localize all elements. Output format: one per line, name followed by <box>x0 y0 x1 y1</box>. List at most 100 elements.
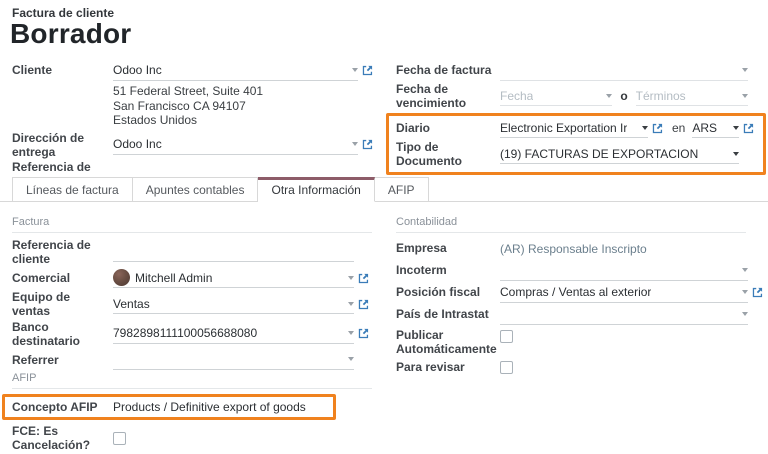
field-row-fecha-vencimiento: Fecha de vencimiento Fecha o Términos <box>386 82 766 111</box>
incoterm-label: Incoterm <box>396 263 500 277</box>
tab-afip[interactable]: AFIP <box>375 177 429 201</box>
direccion-entrega-label: Dirección de entrega <box>12 131 113 160</box>
chevron-down-icon[interactable] <box>742 312 748 316</box>
referrer-input[interactable] <box>113 350 354 370</box>
fce-cancelacion-checkbox[interactable] <box>113 432 126 445</box>
partner-address: 51 Federal Street, Suite 401 San Francis… <box>113 82 376 131</box>
cliente-input[interactable]: Odoo Inc <box>113 61 358 81</box>
section-contabilidad: Contabilidad Empresa (AR) Responsable In… <box>386 216 766 379</box>
tipo-documento-input[interactable]: (19) FACTURAS DE EXPORTACION <box>500 144 739 164</box>
notebook-tabbar: Líneas de factura Apuntes contables Otra… <box>0 177 768 202</box>
field-row-tipo-documento: Tipo de Documento (19) FACTURAS DE EXPOR… <box>396 140 757 169</box>
section-factura: Factura Referencia de cliente Comercial … <box>12 216 372 371</box>
diario-value: Electronic Exportation Ir <box>500 121 627 135</box>
incoterm-input[interactable] <box>500 261 748 281</box>
chevron-down-icon[interactable] <box>742 94 748 98</box>
external-link-icon[interactable] <box>362 65 373 76</box>
comercial-input[interactable]: Mitchell Admin <box>113 268 354 288</box>
currency-input[interactable]: ARS <box>692 118 739 138</box>
field-row-concepto-afip: Concepto AFIP Products / Definitive expo… <box>12 397 327 417</box>
or-separator: o <box>620 89 627 103</box>
field-row-incoterm: Incoterm <box>386 260 766 281</box>
field-row-comercial: Comercial Mitchell Admin <box>12 268 372 289</box>
field-row-referrer: Referrer <box>12 349 372 370</box>
section-title-factura: Factura <box>12 216 372 233</box>
fecha-factura-input[interactable] <box>500 61 748 81</box>
external-link-icon[interactable] <box>362 139 373 150</box>
address-line: San Francisco CA 94107 <box>113 99 376 114</box>
invoice-partner-panel: Cliente Odoo Inc 51 Federal Street, Suit… <box>12 60 376 190</box>
tutorial-highlight-box: Diario Electronic Exportation Ir en ARS <box>386 113 766 175</box>
external-link-icon[interactable] <box>652 123 663 134</box>
fecha-factura-label: Fecha de factura <box>396 63 500 77</box>
tab-otra-informacion[interactable]: Otra Información <box>258 177 374 202</box>
field-row-diario: Diario Electronic Exportation Ir en ARS <box>396 118 757 139</box>
user-avatar <box>113 269 130 286</box>
chevron-down-icon[interactable] <box>733 152 739 156</box>
chevron-down-icon[interactable] <box>606 94 612 98</box>
field-row-referencia-cliente: Referencia de cliente <box>12 238 372 267</box>
comercial-label: Comercial <box>12 271 113 285</box>
terminos-input[interactable]: Términos <box>636 86 748 106</box>
equipo-ventas-input[interactable]: Ventas <box>113 294 354 314</box>
posicion-fiscal-input[interactable]: Compras / Ventas al exterior <box>500 283 748 303</box>
referencia-cliente-input[interactable] <box>113 242 354 262</box>
para-revisar-label: Para revisar <box>396 360 500 374</box>
posicion-fiscal-value: Compras / Ventas al exterior <box>500 285 651 299</box>
tutorial-highlight-box: Concepto AFIP Products / Definitive expo… <box>2 394 336 420</box>
equipo-ventas-label: Equipo de ventas <box>12 290 113 319</box>
chevron-down-icon[interactable] <box>742 268 748 272</box>
section-title-contabilidad: Contabilidad <box>396 216 746 233</box>
diario-input[interactable]: Electronic Exportation Ir <box>500 118 648 138</box>
page-title: Borrador <box>10 18 131 50</box>
banco-destinatario-value: 7982898111100056688080 <box>113 326 257 340</box>
external-link-icon[interactable] <box>743 123 754 134</box>
field-row-banco-destinatario: Banco destinatario 798289811110005668808… <box>12 320 372 349</box>
field-row-posicion-fiscal: Posición fiscal Compras / Ventas al exte… <box>386 282 766 303</box>
concepto-afip-input[interactable]: Products / Definitive export of goods <box>113 397 327 417</box>
empresa-readonly: (AR) Responsable Inscripto <box>500 239 748 259</box>
direccion-entrega-value: Odoo Inc <box>113 137 162 151</box>
direccion-entrega-input[interactable]: Odoo Inc <box>113 135 358 155</box>
field-row-cliente: Cliente Odoo Inc <box>12 60 376 81</box>
chevron-down-icon[interactable] <box>742 68 748 72</box>
publicar-automaticamente-label: Publicar Automáticamente <box>396 328 500 356</box>
field-row-publicar-automaticamente: Publicar Automáticamente <box>386 326 766 356</box>
external-link-icon[interactable] <box>358 328 369 339</box>
cliente-value: Odoo Inc <box>113 63 162 77</box>
referencia-cliente-label: Referencia de cliente <box>12 238 113 267</box>
publicar-automaticamente-checkbox[interactable] <box>500 330 513 343</box>
concepto-afip-label: Concepto AFIP <box>12 400 113 414</box>
field-row-empresa: Empresa (AR) Responsable Inscripto <box>386 238 766 259</box>
banco-destinatario-input[interactable]: 7982898111100056688080 <box>113 324 354 344</box>
fce-cancelacion-label: FCE: Es Cancelación? <box>12 424 113 453</box>
address-line: 51 Federal Street, Suite 401 <box>113 84 376 99</box>
fecha-placeholder: Fecha <box>500 89 533 103</box>
terminos-placeholder: Términos <box>636 89 686 103</box>
field-row-para-revisar: Para revisar <box>386 357 766 378</box>
field-row-fecha-factura: Fecha de factura <box>386 60 766 81</box>
tab-apuntes-contables[interactable]: Apuntes contables <box>133 177 259 201</box>
chevron-down-icon[interactable] <box>348 357 354 361</box>
para-revisar-checkbox[interactable] <box>500 361 513 374</box>
field-row-equipo-ventas: Equipo de ventas Ventas <box>12 290 372 319</box>
external-link-icon[interactable] <box>752 287 763 298</box>
pais-intrastat-input[interactable] <box>500 305 748 325</box>
section-title-afip: AFIP <box>12 372 372 389</box>
pais-intrastat-label: País de Intrastat <box>396 307 500 321</box>
tab-lineas-de-factura[interactable]: Líneas de factura <box>12 177 133 201</box>
section-afip: AFIP Concepto AFIP Products / Definitive… <box>12 372 372 454</box>
tipo-documento-label: Tipo de Documento <box>396 140 500 169</box>
equipo-ventas-value: Ventas <box>113 297 150 311</box>
external-link-icon[interactable] <box>358 273 369 284</box>
external-link-icon[interactable] <box>358 299 369 310</box>
tipo-documento-value: (19) FACTURAS DE EXPORTACION <box>500 147 698 161</box>
posicion-fiscal-label: Posición fiscal <box>396 285 500 299</box>
referrer-label: Referrer <box>12 353 113 367</box>
empresa-value: (AR) Responsable Inscripto <box>500 242 647 256</box>
banco-destinatario-label: Banco destinatario <box>12 320 113 349</box>
invoice-dates-panel: Fecha de factura Fecha de vencimiento Fe… <box>386 60 766 175</box>
fecha-input[interactable]: Fecha <box>500 86 612 106</box>
cliente-label: Cliente <box>12 63 113 77</box>
diario-label: Diario <box>396 121 500 135</box>
